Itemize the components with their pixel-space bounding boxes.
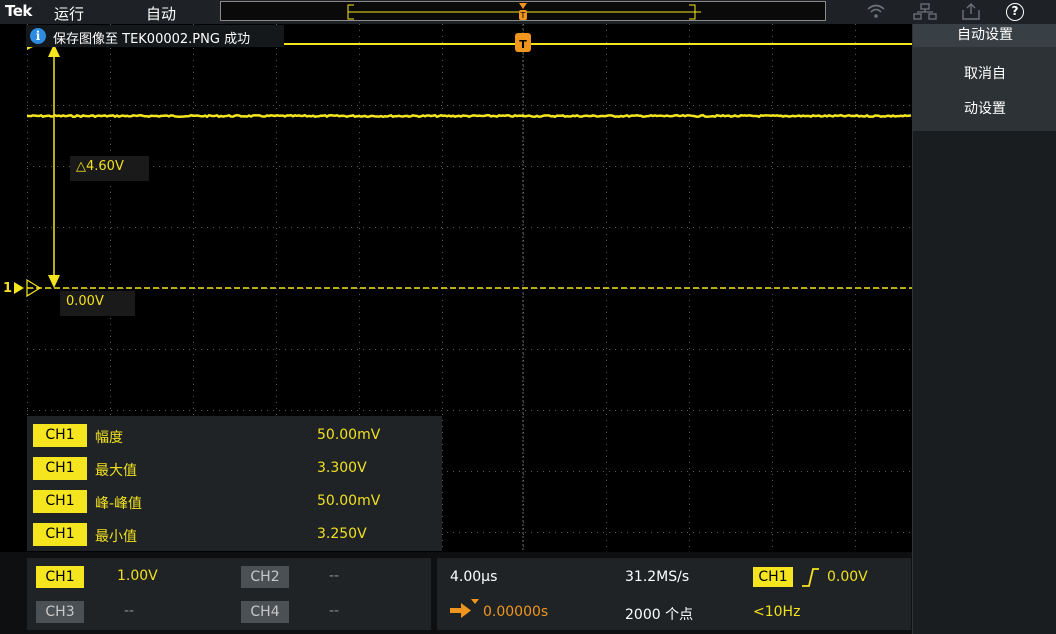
measurement-value: 3.250V (317, 526, 367, 542)
status-message: i 保存图像至 TEK00002.PNG 成功 (26, 25, 284, 47)
channel-settings-panel: CH1 1.00V CH2 -- CH3 -- CH4 -- (27, 558, 431, 630)
measurement-table[interactable]: CH1 幅度 50.00mV CH1 最大值 3.300V CH1 峰-峰值 5… (27, 416, 442, 551)
trigger-level[interactable]: 0.00V (827, 569, 868, 585)
record-length: 2000 个点 (625, 607, 694, 623)
measurement-channel-badge: CH1 (33, 490, 87, 513)
run-stop-status[interactable]: 运行 (54, 3, 84, 24)
horizontal-trigger-panel[interactable]: 4.00µs 31.2MS/s CH1 0.00V 0.00000s 2000 … (437, 558, 911, 630)
time-scale[interactable]: 4.00µs (450, 569, 497, 585)
measurement-name: 最小值 (95, 529, 137, 545)
ch4-button[interactable]: CH4 (241, 601, 289, 623)
trigger-marker-letter: T (519, 38, 527, 51)
ch2-button[interactable]: CH2 (241, 566, 289, 588)
ch2-vertical-scale: -- (329, 568, 340, 584)
measurement-row[interactable]: CH1 最大值 3.300V (27, 451, 442, 484)
ch3-vertical-scale: -- (124, 603, 135, 619)
undo-autoset-label-line1: 取消自 (964, 66, 1006, 82)
trigger-mode-status[interactable]: 自动 (146, 3, 176, 24)
delta-arrow-down-head (48, 275, 60, 288)
horizontal-position-arrow-icon (450, 599, 479, 618)
measurement-row[interactable]: CH1 幅度 50.00mV (27, 418, 442, 451)
ch3-button[interactable]: CH3 (36, 601, 84, 623)
network-icon[interactable] (913, 3, 937, 24)
measurement-channel-badge: CH1 (33, 523, 87, 546)
sample-rate: 31.2MS/s (625, 569, 690, 585)
trigger-source-badge[interactable]: CH1 (753, 567, 793, 587)
ch1-vertical-scale[interactable]: 1.00V (117, 568, 158, 584)
ch1-waveform-trace (26, 113, 912, 119)
autoset-panel-title: 自动设置 (913, 24, 1056, 47)
export-icon[interactable] (961, 3, 981, 24)
top-status-bar: Tek 运行 自动 T ? (0, 0, 1056, 24)
record-view-graphic: T (347, 3, 701, 20)
bottom-settings-bar: CH1 1.00V CH2 -- CH3 -- CH4 -- 4.00µs 31… (0, 552, 912, 634)
message-text: 保存图像至 TEK00002.PNG 成功 (53, 32, 251, 47)
measurement-value: 50.00mV (317, 427, 381, 443)
record-view[interactable]: T (220, 1, 826, 21)
measurement-channel-badge: CH1 (33, 457, 87, 480)
ch1-ground-marker[interactable] (14, 282, 24, 294)
info-icon: i (30, 28, 46, 44)
measurement-value: 50.00mV (317, 493, 381, 509)
measurement-row[interactable]: CH1 峰-峰值 50.00mV (27, 484, 442, 517)
measurement-name: 最大值 (95, 463, 137, 479)
measurement-row[interactable]: CH1 最小值 3.250V (27, 517, 442, 550)
svg-text:T: T (520, 11, 526, 20)
autoset-side-panel: 自动设置 取消自 动设置 (912, 24, 1056, 634)
tek-logo: Tek (5, 2, 32, 20)
undo-autoset-label-line2: 动设置 (964, 101, 1006, 117)
ch1-button[interactable]: CH1 (36, 566, 84, 588)
ch1-channel-marker[interactable]: 1 (3, 281, 12, 296)
horizontal-position[interactable]: 0.00000s (483, 604, 548, 620)
trigger-frequency: <10Hz (753, 604, 801, 620)
measurement-name: 峰-峰值 (95, 496, 143, 512)
help-icon[interactable]: ? (1006, 3, 1024, 21)
undo-autoset-button[interactable]: 取消自 动设置 (913, 47, 1056, 131)
measurement-channel-badge: CH1 (33, 424, 87, 447)
rising-edge-icon (802, 568, 819, 587)
wifi-icon[interactable] (866, 3, 886, 23)
ch4-vertical-scale: -- (329, 603, 340, 619)
measurement-name: 幅度 (95, 430, 123, 446)
cursor-zero-readout: 0.00V (60, 291, 135, 316)
measurement-value: 3.300V (317, 460, 367, 476)
cursor-delta-readout: △4.60V (70, 156, 149, 181)
